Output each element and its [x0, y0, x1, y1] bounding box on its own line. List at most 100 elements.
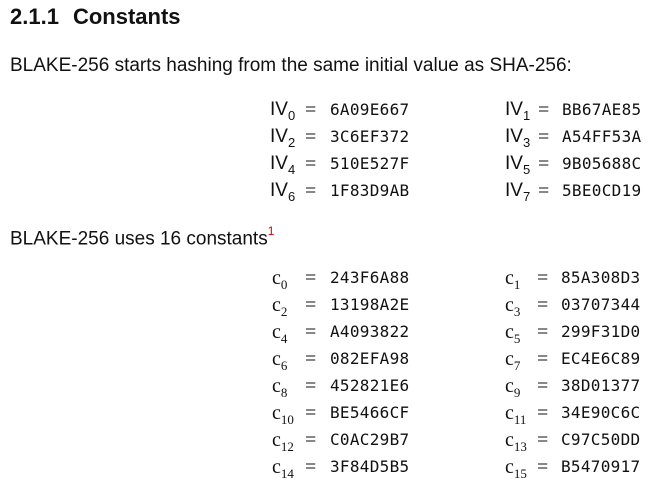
equals-sign: = [537, 267, 549, 289]
constant-value: 38D01377 [561, 376, 641, 395]
iv-index: 5 [522, 162, 531, 177]
iv-row: IV4 = 510E527F IV5 = 9B05688C [0, 151, 664, 177]
constant-symbol-base: c [505, 375, 514, 397]
constants-intro-text: BLAKE-256 uses 16 constants [10, 228, 268, 250]
constant-symbol: c7 [505, 346, 520, 374]
equals-sign: = [537, 321, 549, 343]
equals-sign: = [537, 429, 549, 451]
constant-index: 14 [280, 466, 294, 481]
equals-sign: = [305, 456, 317, 478]
iv-index: 3 [522, 135, 531, 150]
constant-symbol-base: c [505, 456, 514, 478]
constant-value: C0AC29B7 [330, 430, 410, 449]
section-heading: 2.1.1 Constants [10, 4, 181, 30]
constant-index: 8 [280, 385, 288, 400]
iv-symbol: IV6 [270, 178, 295, 205]
footnote-marker[interactable]: 1 [268, 224, 275, 238]
constant-symbol-base: c [272, 456, 281, 478]
constant-index: 4 [280, 331, 288, 346]
constant-symbol-base: c [272, 348, 281, 370]
constant-symbol-base: c [505, 294, 514, 316]
constant-symbol: c9 [505, 373, 520, 401]
constant-symbol-base: c [272, 375, 281, 397]
equals-sign: = [305, 99, 317, 121]
constant-symbol-base: c [505, 348, 514, 370]
iv-intro-paragraph: BLAKE-256 starts hashing from the same i… [10, 55, 572, 76]
section-number: 2.1.1 [10, 4, 59, 29]
constant-index: 15 [513, 466, 527, 481]
constant-value: 082EFA98 [330, 349, 410, 368]
iv-value: 1F83D9AB [330, 181, 410, 200]
iv-symbol: IV4 [270, 151, 295, 178]
iv-row: IV6 = 1F83D9AB IV7 = 5BE0CD19 [0, 178, 664, 204]
iv-symbol-base: IV [505, 126, 523, 147]
iv-symbol-base: IV [270, 180, 288, 201]
iv-symbol: IV1 [505, 97, 530, 124]
constant-row: c12 = C0AC29B7 c13 = C97C50DD [0, 427, 664, 455]
equals-sign: = [305, 402, 317, 424]
equals-sign: = [538, 153, 550, 175]
constant-symbol: c1 [505, 265, 520, 293]
iv-symbol: IV2 [270, 124, 295, 151]
constant-index: 0 [280, 277, 288, 292]
constant-index: 5 [513, 331, 521, 346]
equals-sign: = [537, 402, 549, 424]
constant-value: 03707344 [561, 295, 641, 314]
equals-sign: = [537, 375, 549, 397]
constant-row: c4 = A4093822 c5 = 299F31D0 [0, 319, 664, 347]
constant-symbol-base: c [272, 429, 281, 451]
iv-value: A54FF53A [562, 127, 642, 146]
iv-symbol: IV7 [505, 178, 530, 205]
constant-symbol-base: c [272, 402, 281, 424]
equals-sign: = [305, 294, 317, 316]
iv-value: 510E527F [330, 154, 410, 173]
constant-value: BE5466CF [330, 403, 410, 422]
constant-value: 299F31D0 [561, 322, 641, 341]
constant-symbol-base: c [505, 267, 514, 289]
iv-index: 6 [287, 189, 296, 204]
constant-value: 13198A2E [330, 295, 410, 314]
constant-index: 13 [513, 439, 527, 454]
constant-index: 6 [280, 358, 288, 373]
iv-index: 0 [287, 108, 296, 123]
constant-value: 452821E6 [330, 376, 410, 395]
constant-symbol: c2 [272, 292, 287, 320]
iv-index: 1 [522, 108, 531, 123]
constant-row: c14 = 3F84D5B5 c15 = B5470917 [0, 454, 664, 482]
equals-sign: = [537, 348, 549, 370]
constant-row: c2 = 13198A2E c3 = 03707344 [0, 292, 664, 320]
equals-sign: = [305, 375, 317, 397]
equals-sign: = [305, 267, 317, 289]
constant-value: 243F6A88 [330, 268, 410, 287]
constant-symbol: c4 [272, 319, 287, 347]
iv-value: 3C6EF372 [330, 127, 410, 146]
constant-row: c0 = 243F6A88 c1 = 85A308D3 [0, 265, 664, 293]
constant-symbol: c12 [272, 427, 294, 455]
iv-row: IV2 = 3C6EF372 IV3 = A54FF53A [0, 124, 664, 150]
equals-sign: = [538, 99, 550, 121]
constant-symbol: c14 [272, 454, 294, 482]
iv-index: 7 [522, 189, 531, 204]
iv-symbol-base: IV [270, 126, 288, 147]
equals-sign: = [305, 429, 317, 451]
constant-value: C97C50DD [561, 430, 641, 449]
constant-symbol: c13 [505, 427, 527, 455]
constant-symbol-base: c [505, 429, 514, 451]
constant-row: c10 = BE5466CF c11 = 34E90C6C [0, 400, 664, 427]
constant-row: c6 = 082EFA98 c7 = EC4E6C89 [0, 346, 664, 374]
equals-sign: = [537, 456, 549, 478]
iv-symbol-base: IV [505, 99, 523, 120]
constant-value: EC4E6C89 [561, 349, 641, 368]
equals-sign: = [538, 126, 550, 148]
iv-row: IV0 = 6A09E667 IV1 = BB67AE85 [0, 97, 664, 123]
constant-index: 7 [513, 358, 521, 373]
constant-index: 3 [513, 304, 521, 319]
constant-symbol: c6 [272, 346, 287, 374]
equals-sign: = [305, 180, 317, 202]
iv-symbol-base: IV [270, 153, 288, 174]
constant-value: 34E90C6C [561, 403, 641, 422]
constants-intro-paragraph: BLAKE-256 uses 16 constants1 [10, 224, 275, 250]
equals-sign: = [538, 180, 550, 202]
constant-symbol: c15 [505, 454, 527, 482]
constant-index: 9 [513, 385, 521, 400]
